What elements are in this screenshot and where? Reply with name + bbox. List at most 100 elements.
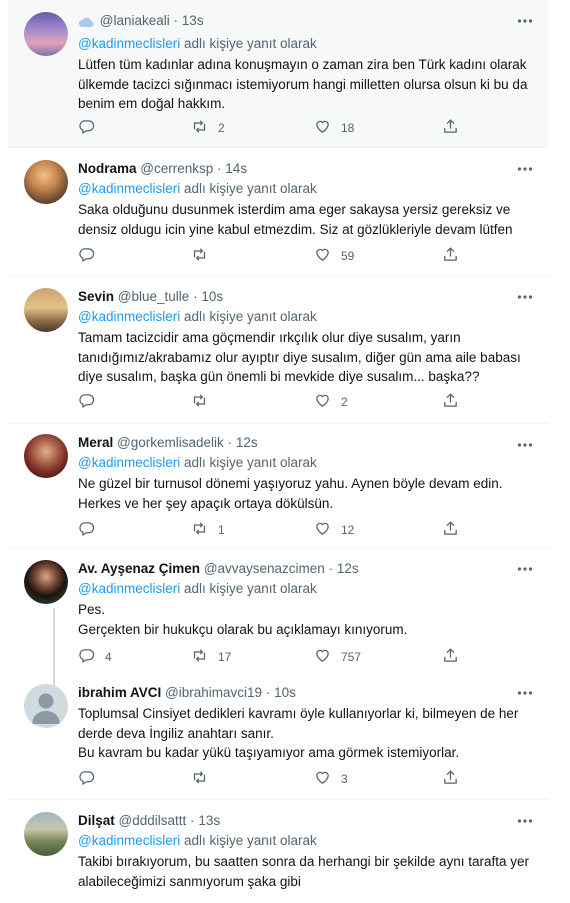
- tweet-text-line: derde deva İngiliz anahtarı sanır.: [78, 725, 274, 741]
- reply-prefix: adlı kişiye yanıt olarak: [184, 455, 317, 470]
- tweet-text-line: Lütfen tüm kadınlar adına konuşmayın o z…: [78, 57, 527, 72]
- more-options-icon[interactable]: [516, 812, 534, 830]
- user-handle[interactable]: @ibrahimavci19: [165, 685, 262, 700]
- timestamp[interactable]: 13s: [198, 813, 220, 828]
- tweet-content: Sevin @blue_tulle · 10s @kadinmeclisleri…: [78, 288, 534, 387]
- user-handle[interactable]: @gorkemlisadelik: [117, 435, 224, 450]
- like-button[interactable]: 12: [314, 520, 354, 540]
- tweet-header: Sevin @blue_tulle · 10s: [78, 288, 534, 306]
- tweet-thread: Av. Ayşenaz Çimen @avvaysenazcimen · 12s…: [8, 548, 548, 800]
- display-name[interactable]: ibrahim AVCI: [78, 685, 161, 700]
- retweet-button[interactable]: 2: [191, 118, 225, 138]
- tweet-3[interactable]: Sevin @blue_tulle · 10s @kadinmeclisleri…: [8, 276, 548, 424]
- avatar[interactable]: [24, 160, 68, 204]
- mention-link[interactable]: @kadinmeclisleri: [78, 181, 180, 196]
- tweet-text: Lütfen tüm kadınlar adına konuşmayın o z…: [78, 55, 534, 114]
- share-icon: [442, 246, 459, 266]
- reply-button[interactable]: [78, 392, 105, 412]
- avatar[interactable]: [24, 560, 68, 604]
- more-options-icon[interactable]: [516, 160, 534, 178]
- like-button[interactable]: 59: [314, 246, 354, 266]
- share-button[interactable]: [442, 520, 459, 540]
- share-button[interactable]: [442, 118, 459, 138]
- more-options-icon[interactable]: [516, 436, 534, 454]
- timestamp[interactable]: 14s: [225, 161, 247, 176]
- reply-button[interactable]: [78, 118, 105, 138]
- reply-button[interactable]: [78, 246, 105, 266]
- share-button[interactable]: [442, 392, 459, 412]
- separator-dot: ·: [227, 435, 233, 450]
- timestamp[interactable]: 10s: [274, 685, 296, 700]
- retweet-count: 17: [218, 650, 232, 664]
- timestamp[interactable]: 13s: [182, 13, 204, 28]
- tweet-text: Toplumsal Cinsiyet dedikleri kavramı öyl…: [78, 704, 534, 763]
- display-name[interactable]: Av. Ayşenaz Çimen: [78, 561, 200, 576]
- mention-link[interactable]: @kadinmeclisleri: [78, 455, 180, 470]
- retweet-count: 2: [218, 121, 225, 135]
- timestamp[interactable]: 10s: [201, 289, 223, 304]
- user-handle[interactable]: @cerrenksp: [140, 161, 213, 176]
- tweet-text: Pes. Gerçekten bir hukukçu olarak bu açı…: [78, 600, 534, 639]
- user-handle[interactable]: @dddilsattt: [119, 813, 187, 828]
- share-icon: [442, 769, 459, 789]
- reply-button[interactable]: [78, 520, 105, 540]
- tweet-text-line: Toplumsal Cinsiyet dedikleri kavramı öyl…: [78, 706, 519, 721]
- user-handle[interactable]: @blue_tulle: [118, 289, 190, 304]
- user-handle[interactable]: @avvaysenazcimen: [204, 561, 325, 576]
- timestamp[interactable]: 12s: [236, 435, 258, 450]
- tweet-content: @laniakeali · 13s @kadinmeclisleri adlı …: [78, 12, 534, 114]
- retweet-icon: [191, 246, 208, 266]
- like-button[interactable]: 2: [314, 392, 348, 412]
- retweet-button[interactable]: 1: [191, 520, 225, 540]
- retweet-button[interactable]: [191, 246, 218, 266]
- like-button[interactable]: 3: [314, 769, 348, 789]
- tweet-7[interactable]: Dilşat @dddilsattt · 13s @kadinmeclisler…: [8, 800, 548, 903]
- more-options-icon[interactable]: [516, 288, 534, 306]
- like-button[interactable]: 757: [314, 647, 361, 667]
- mention-link[interactable]: @kadinmeclisleri: [78, 309, 180, 324]
- tweet-1[interactable]: @laniakeali · 13s @kadinmeclisleri adlı …: [8, 0, 548, 148]
- tweet-4[interactable]: Meral @gorkemlisadelik · 12s @kadinmecli…: [8, 424, 548, 548]
- mention-link[interactable]: @kadinmeclisleri: [78, 833, 180, 848]
- share-button[interactable]: [442, 246, 459, 266]
- mention-link[interactable]: @kadinmeclisleri: [78, 581, 180, 596]
- more-options-icon[interactable]: [516, 12, 534, 30]
- reply-context: @kadinmeclisleri adlı kişiye yanıt olara…: [78, 35, 534, 53]
- avatar[interactable]: [24, 434, 68, 478]
- tweet-text-line: Saka olduğunu dusunmek isterdim ama eger…: [78, 202, 511, 217]
- retweet-button[interactable]: [191, 392, 218, 412]
- retweet-button[interactable]: 17: [191, 647, 231, 667]
- mention-link[interactable]: @kadinmeclisleri: [78, 36, 180, 51]
- heart-icon: [314, 118, 331, 138]
- user-handle[interactable]: @laniakeali: [100, 13, 170, 28]
- reply-button[interactable]: [78, 769, 105, 789]
- like-count: 12: [341, 523, 355, 537]
- display-name[interactable]: Meral: [78, 435, 113, 450]
- reply-icon: [78, 647, 95, 667]
- tweet-text-line: Gerçekten bir hukukçu olarak bu açıklama…: [78, 621, 408, 637]
- retweet-icon: [191, 392, 208, 412]
- reply-button[interactable]: 4: [78, 647, 112, 667]
- like-count: 3: [341, 772, 348, 786]
- avatar[interactable]: [24, 288, 68, 332]
- like-button[interactable]: 18: [314, 118, 354, 138]
- display-name[interactable]: Nodrama: [78, 161, 137, 176]
- separator-dot: ·: [190, 813, 195, 828]
- share-button[interactable]: [442, 647, 459, 667]
- reply-prefix: adlı kişiye yanıt olarak: [184, 833, 317, 848]
- share-button[interactable]: [442, 769, 459, 789]
- more-options-icon[interactable]: [516, 560, 534, 578]
- avatar[interactable]: [24, 12, 68, 56]
- avatar[interactable]: [24, 812, 68, 856]
- more-options-icon[interactable]: [516, 684, 534, 702]
- retweet-icon: [191, 118, 208, 138]
- reply-prefix: adlı kişiye yanıt olarak: [184, 309, 317, 324]
- avatar[interactable]: [24, 684, 68, 728]
- tweet-header: Meral @gorkemlisadelik · 12s: [78, 434, 534, 452]
- tweet-2[interactable]: Nodrama @cerrenksp · 14s @kadinmeclisler…: [8, 148, 548, 276]
- display-name[interactable]: Sevin: [78, 289, 114, 304]
- timestamp[interactable]: 12s: [337, 561, 359, 576]
- tweet-header: @laniakeali · 13s: [78, 12, 534, 33]
- retweet-button[interactable]: [191, 769, 218, 789]
- display-name[interactable]: Dilşat: [78, 813, 115, 828]
